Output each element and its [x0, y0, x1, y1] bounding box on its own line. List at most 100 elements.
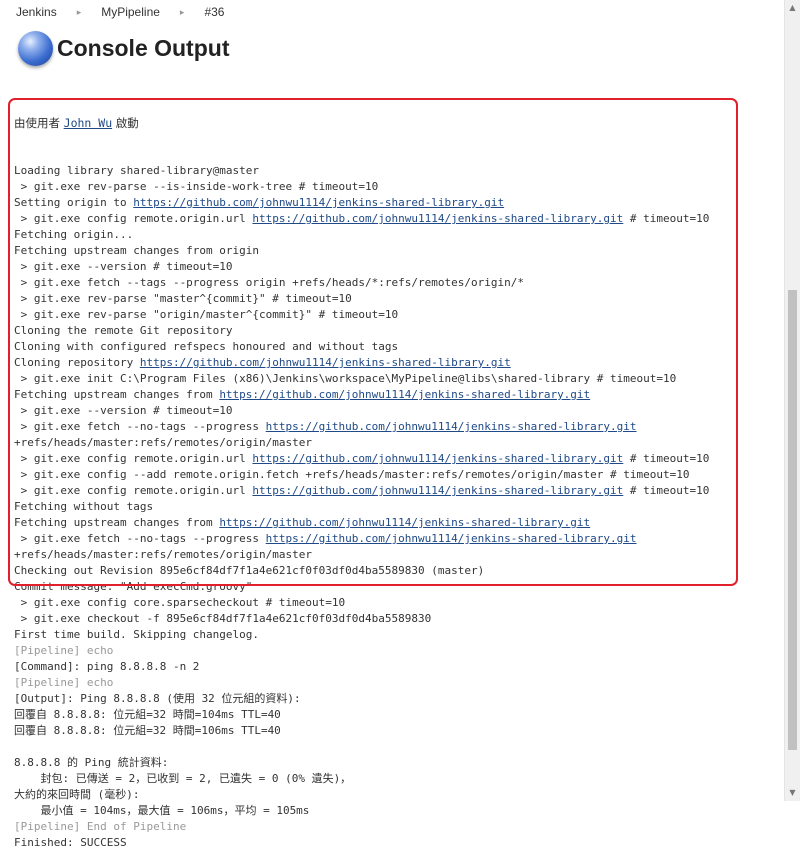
repo-link[interactable]: https://github.com/johnwu1114/jenkins-sh…	[252, 452, 623, 465]
console-line: 回覆自 8.8.8.8: 位元組=32 時間=104ms TTL=40	[14, 707, 784, 723]
console-line: > git.exe rev-parse "master^{commit}" # …	[14, 291, 784, 307]
repo-link[interactable]: https://github.com/johnwu1114/jenkins-sh…	[219, 516, 590, 529]
console-line-text: > git.exe --version # timeout=10	[14, 404, 233, 417]
page-title: Console Output	[57, 34, 230, 61]
console-line: Fetching upstream changes from https://g…	[14, 515, 784, 531]
console-line: > git.exe init C:\Program Files (x86)\Je…	[14, 371, 784, 387]
console-line: > git.exe rev-parse "origin/master^{comm…	[14, 307, 784, 323]
console-line: Cloning with configured refspecs honoure…	[14, 339, 784, 355]
console-line-text: Fetching without tags	[14, 500, 154, 513]
console-line-text: Fetching upstream changes from	[14, 516, 220, 529]
console-line: [Pipeline] echo	[14, 643, 784, 659]
repo-link[interactable]: https://github.com/johnwu1114/jenkins-sh…	[252, 484, 623, 497]
console-line: +refs/heads/master:refs/remotes/origin/m…	[14, 435, 784, 451]
breadcrumb-chevron-icon[interactable]: ▸	[77, 7, 82, 18]
console-line: > git.exe fetch --no-tags --progress htt…	[14, 419, 784, 435]
console-line-text: +refs/heads/master:refs/remotes/origin/m…	[14, 548, 313, 561]
user-link[interactable]: John Wu	[64, 116, 112, 130]
console-line-text: Setting origin to	[14, 196, 134, 209]
console-line: Fetching without tags	[14, 499, 784, 515]
console-line-text: > git.exe init C:\Program Files (x86)\Je…	[14, 372, 677, 385]
console-line: Checking out Revision 895e6cf84df7f1a4e6…	[14, 563, 784, 579]
console-line-text: Fetching upstream changes from origin	[14, 244, 260, 257]
console-line-text: > git.exe config remote.origin.url	[14, 212, 253, 225]
console-line: > git.exe --version # timeout=10	[14, 403, 784, 419]
console-line: Fetching upstream changes from origin	[14, 243, 784, 259]
breadcrumb-mypipeline[interactable]: MyPipeline	[101, 5, 160, 19]
console-line-text: Cloning the remote Git repository	[14, 324, 233, 337]
console-line: Cloning repository https://github.com/jo…	[14, 355, 784, 371]
breadcrumb-jenkins[interactable]: Jenkins	[16, 5, 57, 19]
console-output: 由使用者 John Wu 啟動 Loading library shared-l…	[14, 83, 784, 867]
console-line-text: [Output]: Ping 8.8.8.8 (使用 32 位元組的資料):	[14, 692, 301, 705]
console-line-text: > git.exe config core.sparsecheckout # t…	[14, 596, 346, 609]
console-line-text: 8.8.8.8 的 Ping 統計資料:	[14, 756, 169, 769]
console-line-text: 回覆自 8.8.8.8: 位元組=32 時間=104ms TTL=40	[14, 708, 281, 721]
console-line: First time build. Skipping changelog.	[14, 627, 784, 643]
console-line-text: > git.exe rev-parse "master^{commit}" # …	[14, 292, 352, 305]
console-line-text: Finished: SUCCESS	[14, 836, 127, 849]
console-line: 回覆自 8.8.8.8: 位元組=32 時間=106ms TTL=40	[14, 723, 784, 739]
console-line-text: Commit message: "Add execCmd.groovy"	[14, 580, 253, 593]
blue-ball-icon	[18, 30, 53, 66]
console-line: [Pipeline] End of Pipeline	[14, 819, 784, 835]
breadcrumb-build-number[interactable]: #36	[204, 5, 224, 19]
console-line-text: > git.exe fetch --tags --progress origin…	[14, 276, 524, 289]
console-line-text: > git.exe rev-parse --is-inside-work-tre…	[14, 180, 379, 193]
console-line: Finished: SUCCESS	[14, 835, 784, 851]
started-by-line: 由使用者 John Wu 啟動	[14, 115, 784, 131]
console-line: > git.exe checkout -f 895e6cf84df7f1a4e6…	[14, 611, 784, 627]
breadcrumb-chevron-icon[interactable]: ▸	[180, 7, 185, 18]
console-line: Setting origin to https://github.com/joh…	[14, 195, 784, 211]
vertical-scrollbar[interactable]: ▲ ▼	[784, 0, 800, 801]
console-line-suffix: # timeout=10	[623, 452, 710, 465]
started-suffix: 啟動	[112, 116, 139, 130]
console-line: > git.exe fetch --no-tags --progress htt…	[14, 531, 784, 547]
repo-link[interactable]: https://github.com/johnwu1114/jenkins-sh…	[266, 420, 637, 433]
console-line: Loading library shared-library@master	[14, 163, 784, 179]
console-line-text: Fetching origin...	[14, 228, 134, 241]
console-line: > git.exe --version # timeout=10	[14, 259, 784, 275]
console-line: 8.8.8.8 的 Ping 統計資料:	[14, 755, 784, 771]
console-line-text: First time build. Skipping changelog.	[14, 628, 260, 641]
breadcrumb: Jenkins ▸ MyPipeline ▸ #36	[0, 0, 784, 24]
console-line: > git.exe config remote.origin.url https…	[14, 483, 784, 499]
started-prefix: 由使用者	[14, 116, 64, 130]
console-line: 最小值 = 104ms，最大值 = 106ms，平均 = 105ms	[14, 803, 784, 819]
scrollbar-thumb[interactable]	[788, 290, 797, 750]
console-line-text: Cloning with configured refspecs honoure…	[14, 340, 399, 353]
console-line-text: > git.exe fetch --no-tags --progress	[14, 532, 266, 545]
scroll-up-arrow-icon[interactable]: ▲	[785, 0, 800, 16]
console-line: > git.exe fetch --tags --progress origin…	[14, 275, 784, 291]
console-line-text: Cloning repository	[14, 356, 140, 369]
console-line-text: > git.exe rev-parse "origin/master^{comm…	[14, 308, 399, 321]
repo-link[interactable]: https://github.com/johnwu1114/jenkins-sh…	[266, 532, 637, 545]
console-line-text: Checking out Revision 895e6cf84df7f1a4e6…	[14, 564, 485, 577]
console-line-text: > git.exe config remote.origin.url	[14, 452, 253, 465]
console-line-text: > git.exe checkout -f 895e6cf84df7f1a4e6…	[14, 612, 432, 625]
console-line-text: [Command]: ping 8.8.8.8 -n 2	[14, 660, 200, 673]
console-line: > git.exe rev-parse --is-inside-work-tre…	[14, 179, 784, 195]
console-line: Fetching origin...	[14, 227, 784, 243]
console-line-text: 最小值 = 104ms，最大值 = 106ms，平均 = 105ms	[14, 804, 310, 817]
console-line: 封包: 已傳送 = 2，已收到 = 2, 已遺失 = 0 (0% 遺失)，	[14, 771, 784, 787]
repo-link[interactable]: https://github.com/johnwu1114/jenkins-sh…	[252, 212, 623, 225]
console-line-text: +refs/heads/master:refs/remotes/origin/m…	[14, 436, 313, 449]
repo-link[interactable]: https://github.com/johnwu1114/jenkins-sh…	[133, 196, 504, 209]
console-line-text: > git.exe config remote.origin.url	[14, 484, 253, 497]
console-line-text: [Pipeline] echo	[14, 644, 114, 657]
console-line-text: > git.exe fetch --no-tags --progress	[14, 420, 266, 433]
scroll-down-arrow-icon[interactable]: ▼	[785, 785, 800, 801]
console-line-text: Loading library shared-library@master	[14, 164, 260, 177]
console-line-text: 回覆自 8.8.8.8: 位元組=32 時間=106ms TTL=40	[14, 724, 281, 737]
repo-link[interactable]: https://github.com/johnwu1114/jenkins-sh…	[140, 356, 511, 369]
repo-link[interactable]: https://github.com/johnwu1114/jenkins-sh…	[219, 388, 590, 401]
console-line: > git.exe config core.sparsecheckout # t…	[14, 595, 784, 611]
console-line-text: Fetching upstream changes from	[14, 388, 220, 401]
console-lines: Loading library shared-library@master > …	[14, 163, 784, 851]
console-line: [Output]: Ping 8.8.8.8 (使用 32 位元組的資料):	[14, 691, 784, 707]
console-line: Cloning the remote Git repository	[14, 323, 784, 339]
console-line-text: 封包: 已傳送 = 2，已收到 = 2, 已遺失 = 0 (0% 遺失)，	[14, 772, 352, 785]
console-line: [Pipeline] echo	[14, 675, 784, 691]
console-line-text: [Pipeline] End of Pipeline	[14, 820, 187, 833]
